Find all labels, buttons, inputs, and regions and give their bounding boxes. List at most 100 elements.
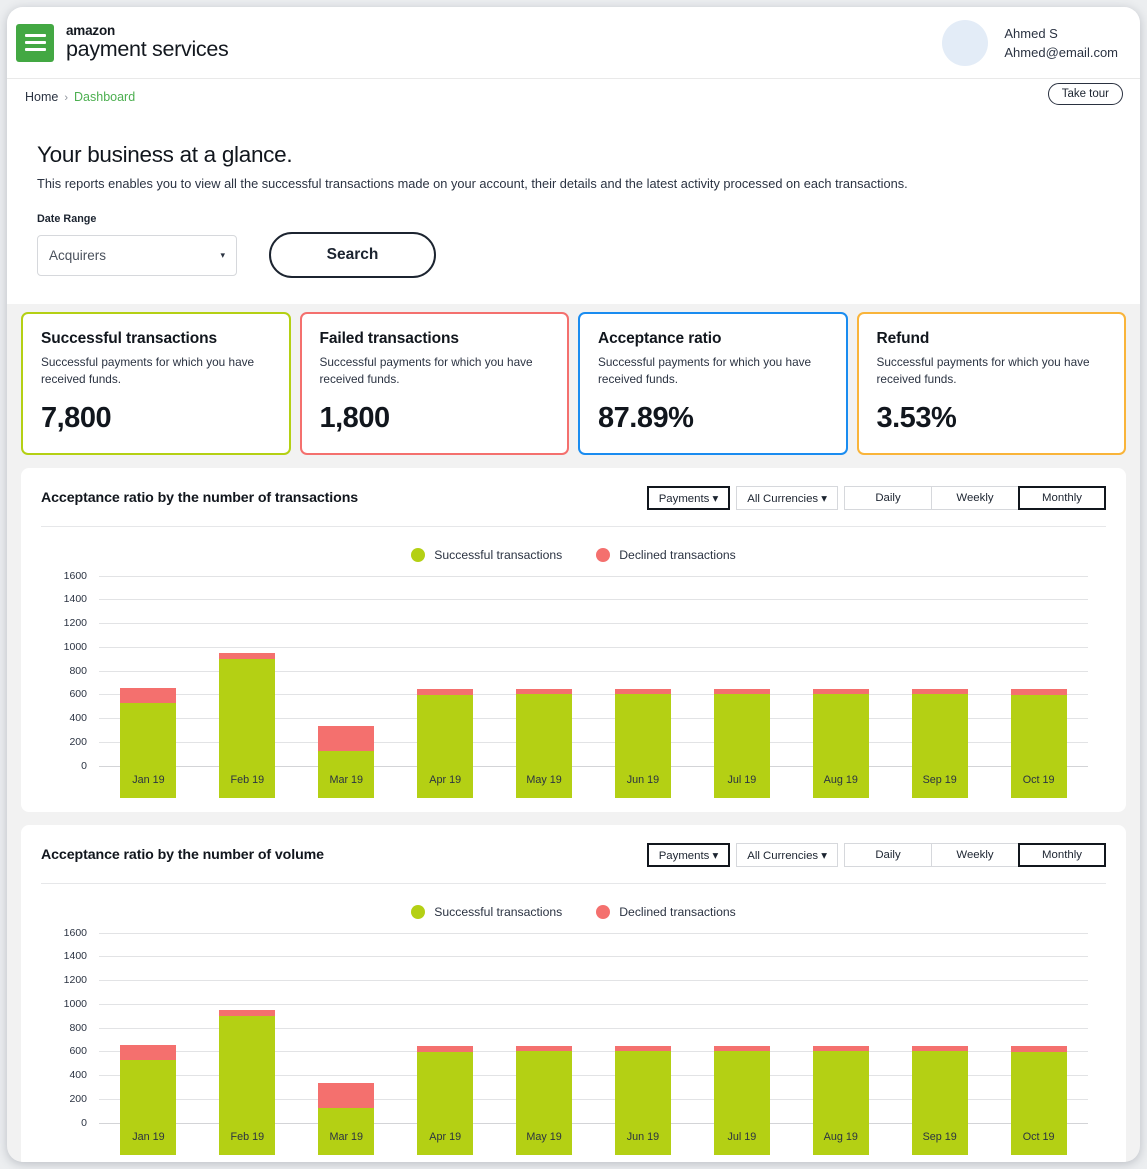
y-axis-tick-label: 1400 [63,593,87,606]
bar-column[interactable] [396,608,495,798]
stacked-bar[interactable] [318,726,375,798]
bar-chart-transactions: 0 200 400 600 800 1000 1200 1400 1600 Jan 19 Feb 1… [41,570,1106,798]
brand-line-amazon: amazon [66,23,116,39]
x-axis-tick-label: Oct 19 [1022,773,1055,786]
kpi-title: Refund [876,330,930,347]
kpi-title: Acceptance ratio [598,330,722,347]
bar-column[interactable] [396,965,495,1155]
stacked-bar[interactable] [318,1083,375,1155]
y-axis-tick-label: 1600 [63,926,87,939]
chart-legend: Successful transactions Declined transac… [41,904,1106,919]
bar-column[interactable] [297,608,396,798]
legend-dot-green-icon [411,904,426,919]
kpi-description: Successful payments for which you have r… [319,355,533,386]
x-axis: Jan 19 Feb 19 Mar 19 Apr 19 May 19 Jun 19 Jul … [99,774,1088,786]
breadcrumb-item-dashboard[interactable]: Dashboard [74,90,135,104]
y-axis-tick-label: 400 [69,1069,87,1081]
brand-text: amazon payment services [66,23,229,62]
chart-card-transactions: Acceptance ratio by the number of transa… [21,467,1126,812]
bar-column[interactable] [890,965,989,1155]
y-axis-tick-label: 1600 [63,569,87,582]
bar-column[interactable] [791,965,890,1155]
top-header-bar: amazon payment services Ahmed S Ahmed@em… [7,7,1140,78]
take-tour-button[interactable]: Take tour [1047,83,1123,105]
bar-column[interactable] [989,608,1088,798]
grid-line [99,575,1088,577]
bar-column[interactable] [594,965,693,1155]
bar-column[interactable] [989,965,1088,1155]
brand-logo[interactable]: amazon payment services [16,23,229,62]
y-axis-tick-label: 1000 [63,997,87,1010]
page-title: Your business at a glance. [37,142,293,167]
tab-daily[interactable]: Daily [844,842,932,867]
y-axis-tick-label: 200 [69,735,87,748]
user-name: Ahmed S [1004,25,1058,41]
x-axis-tick-label: Feb 19 [230,1130,265,1143]
y-axis-tick-label: 800 [69,664,87,677]
kpi-description: Successful payments for which you have r… [598,355,812,386]
legend-label: Successful transactions [434,547,563,562]
legend-label: Successful transactions [434,904,563,919]
legend-dot-red-icon [596,547,611,562]
x-axis-tick-label: Apr 19 [429,773,462,786]
legend-item-successful: Successful transactions [411,547,563,562]
y-axis-tick-label: 800 [69,1021,87,1034]
user-profile[interactable]: Ahmed S Ahmed@email.com [942,20,1118,66]
bars-container [99,608,1088,798]
x-axis-tick-label: Mar 19 [329,773,364,786]
hamburger-menu-icon[interactable] [16,23,54,62]
x-axis-tick-label: May 19 [526,773,562,786]
tab-monthly[interactable]: Monthly [1018,842,1106,867]
x-axis-tick-label: Feb 19 [230,773,265,786]
chart-header: Acceptance ratio by the number of volume… [41,842,1106,867]
page-subtitle: This reports enables you to view all the… [37,176,908,191]
x-axis-tick-label: Aug 19 [823,773,858,786]
kpi-card-successful-transactions: Successful transactions Successful payme… [21,312,291,455]
filter-payments-dropdown[interactable]: Payments ▾ [646,842,731,867]
bar-column[interactable] [99,965,198,1155]
kpi-value: 87.89% [598,401,694,434]
bar-column[interactable] [495,965,594,1155]
legend-item-declined: Declined transactions [596,904,736,919]
glance-section: Your business at a glance. This reports … [7,114,1140,304]
bar-column[interactable] [198,965,297,1155]
tab-weekly[interactable]: Weekly [931,842,1019,867]
bar-column[interactable] [791,608,890,798]
filter-controls-row: Acquirers ▾ Search [37,232,1110,278]
bar-segment-declined [120,1045,177,1060]
filter-currencies-dropdown[interactable]: All Currencies ▾ [736,842,838,867]
breadcrumb-item-home[interactable]: Home [25,90,58,104]
tab-daily[interactable]: Daily [844,485,932,510]
kpi-description: Successful payments for which you have r… [876,355,1090,386]
x-axis-tick-label: Jul 19 [727,1130,757,1143]
bar-segment-declined [318,726,375,751]
date-range-select[interactable]: Acquirers ▾ [37,234,237,276]
x-axis-tick-label: Jun 19 [626,773,660,786]
search-button[interactable]: Search [269,232,436,278]
filter-payments-dropdown[interactable]: Payments ▾ [646,485,731,510]
tab-monthly[interactable]: Monthly [1018,485,1106,510]
bar-column[interactable] [692,608,791,798]
legend-dot-red-icon [596,904,611,919]
bar-column[interactable] [198,608,297,798]
y-axis-tick-label: 1200 [63,974,87,986]
brand-line-payment-services: payment services [66,37,229,62]
bar-column[interactable] [594,608,693,798]
bar-column[interactable] [890,608,989,798]
grid-line [99,956,1088,958]
bar-column[interactable] [692,965,791,1155]
kpi-title: Failed transactions [319,330,459,347]
y-axis-tick-label: 400 [69,712,87,724]
tab-weekly[interactable]: Weekly [931,485,1019,510]
filter-currencies-dropdown[interactable]: All Currencies ▾ [736,485,838,510]
legend-label: Declined transactions [619,547,736,562]
y-axis-tick-label: 200 [69,1092,87,1105]
user-email: Ahmed@email.com [1004,45,1118,60]
app-page: amazon payment services Ahmed S Ahmed@em… [7,7,1140,1162]
bar-column[interactable] [495,608,594,798]
bar-column[interactable] [99,608,198,798]
user-meta: Ahmed S Ahmed@email.com [1004,24,1118,63]
kpi-card-row: Successful transactions Successful payme… [7,304,1140,455]
legend-dot-green-icon [411,547,426,562]
bar-column[interactable] [297,965,396,1155]
